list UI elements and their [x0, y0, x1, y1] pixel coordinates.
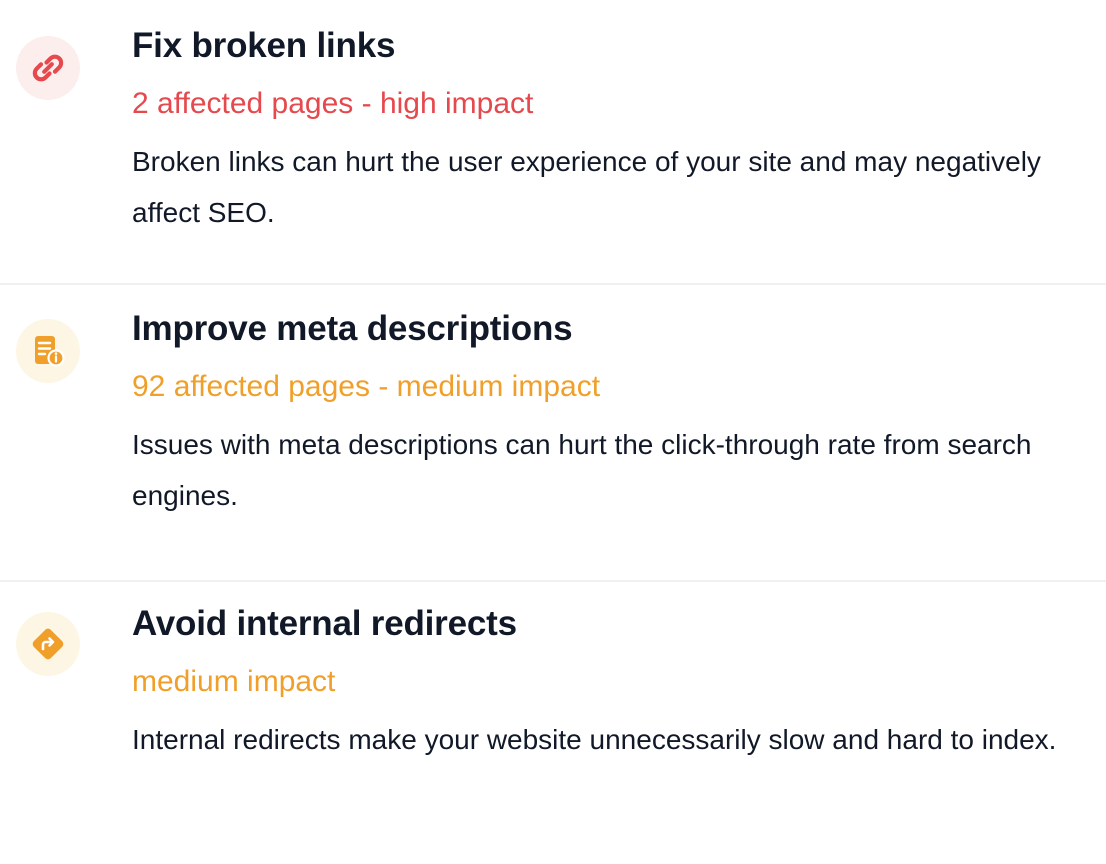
- document-info-icon: [35, 336, 65, 367]
- issue-description: Broken links can hurt the user experienc…: [132, 146, 1041, 228]
- issue-icon-badge: [16, 319, 80, 383]
- issue-impact: 92 affected pages - medium impact: [132, 370, 601, 403]
- issue-impact: medium impact: [132, 665, 336, 698]
- issue-title: Improve meta descriptions: [132, 309, 573, 348]
- link-icon: [32, 54, 64, 82]
- issue-list: Fix broken links 2 affected pages - high…: [0, 0, 1106, 864]
- issue-icon-badge: [16, 612, 80, 676]
- issue-item-internal-redirects[interactable]: Avoid internal redirects medium impact I…: [0, 582, 1106, 864]
- issue-item-meta-descriptions[interactable]: Improve meta descriptions 92 affected pa…: [0, 285, 1106, 582]
- issue-icon-badge: [16, 36, 80, 100]
- issue-description: Issues with meta descriptions can hurt t…: [132, 429, 1032, 511]
- issue-item-broken-links[interactable]: Fix broken links 2 affected pages - high…: [0, 0, 1106, 285]
- redirect-icon: [32, 628, 64, 660]
- issue-impact: 2 affected pages - high impact: [132, 87, 534, 120]
- issue-description: Internal redirects make your website unn…: [132, 724, 1057, 755]
- issue-title: Avoid internal redirects: [132, 604, 517, 643]
- issue-title: Fix broken links: [132, 26, 396, 65]
